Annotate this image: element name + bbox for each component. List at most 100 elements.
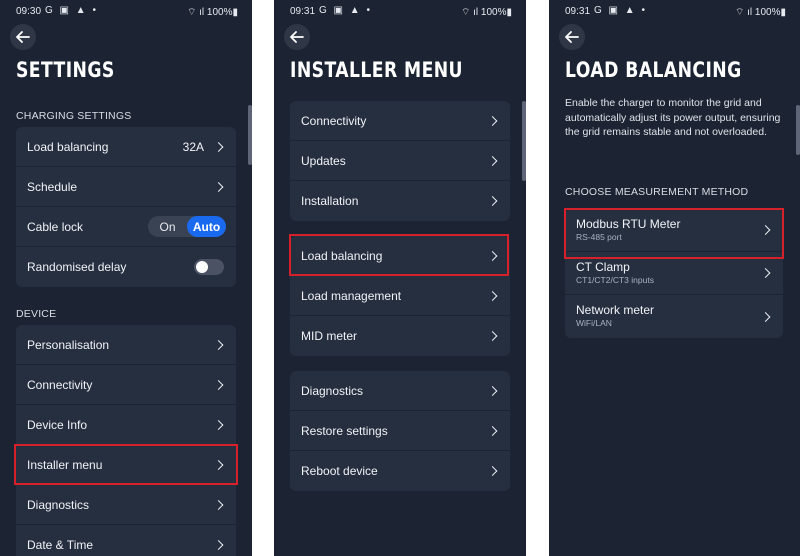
- chevron-right-icon: [213, 141, 224, 152]
- battery-level: 100%: [480, 7, 507, 18]
- cable-lock-on-option[interactable]: On: [148, 216, 187, 237]
- option-sub: CT1/CT2/CT3 inputs: [576, 275, 654, 285]
- highlight-box: [14, 444, 238, 485]
- arrow-left-icon: [290, 31, 304, 43]
- page-title: LOAD BALANCING: [565, 58, 742, 82]
- chevron-right-icon: [213, 499, 224, 510]
- page-title: SETTINGS: [16, 58, 115, 82]
- section-charging-settings: CHARGING SETTINGS: [16, 110, 132, 122]
- notification-icons: G ▣ ▲ •: [45, 5, 98, 16]
- row-label: Personalisation: [27, 337, 110, 352]
- connectivity-row[interactable]: Connectivity: [16, 365, 236, 405]
- back-button[interactable]: [559, 24, 585, 50]
- battery-level: 100%: [206, 7, 233, 18]
- chevron-right-icon: [487, 196, 498, 206]
- diagnostics-row[interactable]: Diagnostics: [16, 485, 236, 525]
- charging-settings-card: Load balancing 32A Schedule Cable lock O…: [16, 127, 236, 287]
- signal-icon: ⌔ ıl: [186, 7, 207, 18]
- installer-menu-screen: 09:31 G ▣ ▲ • ⌔ ıl 100%▮ INSTALLER MENU …: [274, 0, 526, 556]
- chevron-right-icon: [213, 540, 224, 550]
- chevron-right-icon: [487, 425, 498, 436]
- back-button[interactable]: [10, 24, 36, 50]
- row-label: Date & Time: [27, 538, 94, 552]
- scrollbar[interactable]: [248, 105, 252, 165]
- menu-group-1: Connectivity Updates Installation: [290, 101, 510, 221]
- settings-screen: 09:30 G ▣ ▲ • ⌔ ıl 100%▮ SETTINGS CHARGI…: [0, 0, 252, 556]
- cable-lock-auto-option[interactable]: Auto: [187, 216, 226, 237]
- personalisation-row[interactable]: Personalisation: [16, 325, 236, 365]
- row-label: Device Info: [27, 417, 88, 432]
- section-measurement-method: CHOOSE MEASUREMENT METHOD: [565, 186, 749, 198]
- chevron-right-icon: [487, 466, 498, 476]
- status-right: ⌔ ıl 100%▮: [461, 6, 512, 19]
- row-label: Schedule: [27, 179, 78, 194]
- menu-group-3: Diagnostics Restore settings Reboot devi…: [290, 371, 510, 491]
- notification-icons: G ▣ ▲ •: [319, 5, 372, 16]
- randomised-delay-row: Randomised delay: [16, 247, 236, 287]
- row-label: Reboot device: [301, 464, 378, 478]
- option-sub: WiFi/LAN: [576, 318, 612, 328]
- signal-icon: ⌔ ıl: [460, 7, 481, 18]
- chevron-right-icon: [213, 379, 224, 390]
- battery-icon: ▮: [780, 7, 786, 18]
- status-right: ⌔ ıl 100%▮: [187, 6, 238, 19]
- highlight-box: [289, 234, 509, 276]
- chevron-right-icon: [487, 155, 498, 166]
- load-balancing-value: 32A: [182, 139, 204, 154]
- randomised-delay-toggle[interactable]: [194, 259, 224, 275]
- status-time: 09:30: [16, 6, 42, 17]
- page-title: INSTALLER MENU: [290, 58, 463, 82]
- description-text: Enable the charger to monitor the grid a…: [565, 97, 781, 138]
- highlight-box: [564, 208, 784, 259]
- signal-icon: ⌔ ıl: [734, 7, 755, 18]
- row-label: Installation: [301, 194, 359, 208]
- row-label: Diagnostics: [301, 383, 364, 398]
- status-time: 09:31: [290, 6, 316, 17]
- network-meter-option[interactable]: Network meter WiFi/LAN: [565, 295, 783, 338]
- mid-meter-row[interactable]: MID meter: [290, 316, 510, 356]
- status-bar: 09:31 G ▣ ▲ • ⌔ ıl 100%▮: [549, 0, 800, 22]
- arrow-left-icon: [565, 31, 579, 43]
- connectivity-row[interactable]: Connectivity: [290, 101, 510, 141]
- row-label: Diagnostics: [27, 497, 90, 512]
- option-label: Network meter: [576, 303, 655, 317]
- row-label: Connectivity: [27, 377, 93, 392]
- chevron-right-icon: [487, 385, 498, 396]
- row-label: Updates: [301, 153, 346, 168]
- notification-icons: G ▣ ▲ •: [594, 5, 647, 16]
- status-time: 09:31: [565, 6, 591, 17]
- status-bar: 09:31 G ▣ ▲ • ⌔ ıl 100%▮: [274, 0, 526, 22]
- row-label: Load balancing: [27, 139, 109, 154]
- cable-lock-segmented-control[interactable]: On Auto: [148, 216, 226, 237]
- reboot-device-row[interactable]: Reboot device: [290, 451, 510, 491]
- battery-icon: ▮: [506, 7, 512, 18]
- load-management-row[interactable]: Load management: [290, 276, 510, 316]
- row-label: Randomised delay: [27, 260, 127, 274]
- chevron-right-icon: [487, 331, 498, 341]
- battery-level: 100%: [754, 7, 781, 18]
- back-button[interactable]: [284, 24, 310, 50]
- row-label: Connectivity: [301, 113, 367, 128]
- load-balancing-row[interactable]: Load balancing 32A: [16, 127, 236, 167]
- updates-row[interactable]: Updates: [290, 141, 510, 181]
- diagnostics-row[interactable]: Diagnostics: [290, 371, 510, 411]
- date-time-row[interactable]: Date & Time: [16, 525, 236, 556]
- toggle-knob: [196, 261, 208, 273]
- cable-lock-row: Cable lock On Auto: [16, 207, 236, 247]
- installation-row[interactable]: Installation: [290, 181, 510, 221]
- arrow-left-icon: [16, 31, 30, 43]
- row-label: Cable lock: [27, 219, 84, 234]
- chevron-right-icon: [487, 290, 498, 301]
- row-label: Load management: [301, 288, 402, 303]
- schedule-row[interactable]: Schedule: [16, 167, 236, 207]
- chevron-right-icon: [213, 181, 224, 192]
- restore-settings-row[interactable]: Restore settings: [290, 411, 510, 451]
- device-info-row[interactable]: Device Info: [16, 405, 236, 445]
- device-card: Personalisation Connectivity Device Info…: [16, 325, 236, 556]
- scrollbar[interactable]: [522, 101, 526, 181]
- section-device: DEVICE: [16, 308, 57, 320]
- chevron-right-icon: [213, 339, 224, 350]
- battery-icon: ▮: [232, 7, 238, 18]
- scrollbar[interactable]: [796, 105, 800, 155]
- option-label: CT Clamp: [576, 260, 630, 274]
